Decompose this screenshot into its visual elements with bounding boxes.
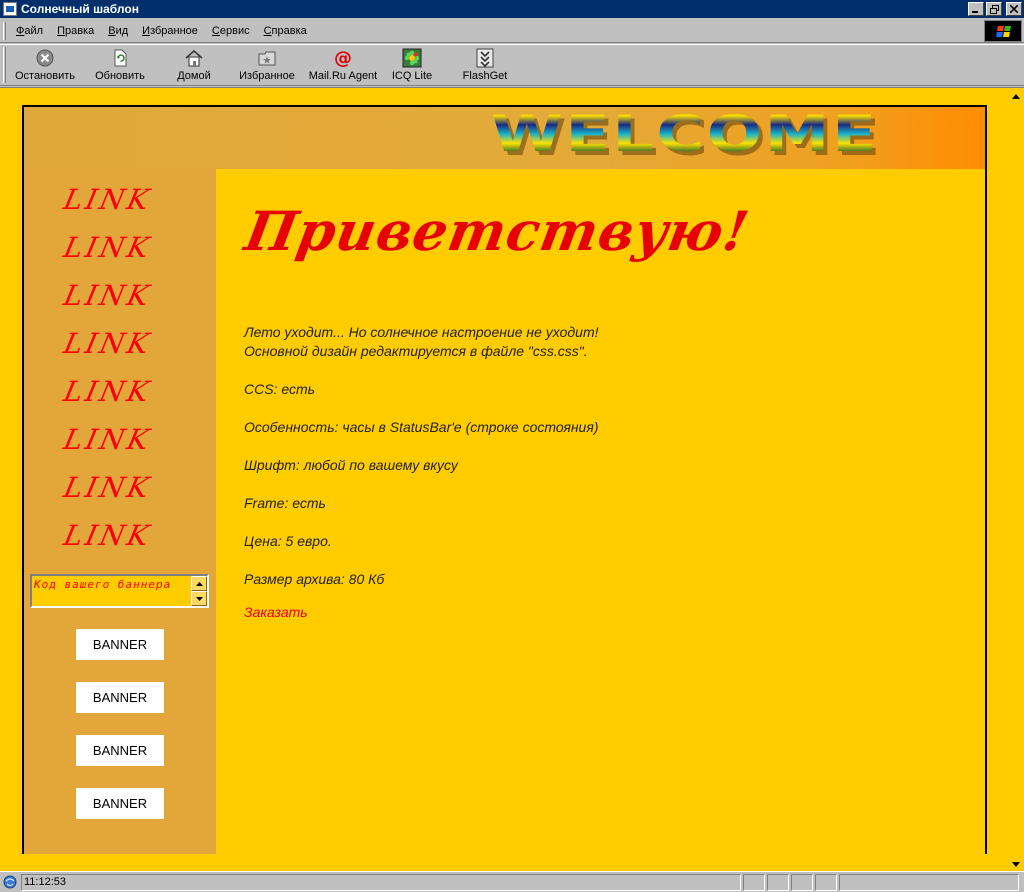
favorites-button[interactable]: Избранное (229, 45, 305, 85)
flashget-icon (475, 48, 495, 68)
banner-2[interactable]: BANNER (76, 682, 164, 713)
minimize-icon (972, 11, 978, 13)
page-loaded-icon (3, 875, 17, 889)
page-scroll-down-icon[interactable] (1008, 856, 1024, 872)
sidebar-link-3[interactable]: LINK (60, 279, 178, 315)
menu-help[interactable]: Справка (257, 25, 314, 37)
restore-icon (989, 4, 999, 14)
minimize-button[interactable] (968, 2, 984, 16)
menu-file[interactable]: Файл (9, 25, 50, 37)
stop-button[interactable]: Остановить (9, 45, 81, 85)
sidebar-link-2[interactable]: LINK (60, 231, 178, 267)
order-link[interactable]: Заказать (244, 604, 308, 620)
icq-lite-button[interactable]: ICQ Lite (381, 45, 443, 85)
feature-info: Особенность: часы в StatusBar'e (строке … (244, 419, 599, 435)
archive-size-info: Размер архива: 80 Кб (244, 571, 385, 587)
mailru-agent-icon: @ (333, 48, 353, 68)
sidebar-link-8[interactable]: LINK (60, 519, 178, 555)
page-scroll-up-icon[interactable] (1008, 88, 1024, 104)
flashget-button[interactable]: FlashGet (443, 45, 527, 85)
page-title: Приветствую! (240, 199, 755, 263)
toolbar-grip (3, 47, 6, 83)
home-button[interactable]: Домой (159, 45, 229, 85)
template-page: WELCOME WELCOME LINK LINK LINK LINK LINK… (22, 105, 987, 854)
frame-info: Frame: есть (244, 495, 326, 511)
sidebar-link-5[interactable]: LINK (60, 375, 178, 411)
sidebar-link-6[interactable]: LINK (60, 423, 178, 459)
scroll-up-icon[interactable] (191, 576, 207, 591)
banner-4[interactable]: BANNER (76, 788, 164, 819)
welcome-logo: WELCOME WELCOME (491, 111, 881, 163)
font-info: Шрифт: любой по вашему вкусу (244, 457, 458, 473)
banner-3[interactable]: BANNER (76, 735, 164, 766)
css-info: CCS: есть (244, 381, 315, 397)
sidebar-link-1[interactable]: LINK (60, 183, 178, 219)
menu-view[interactable]: Вид (101, 25, 135, 37)
scroll-down-icon[interactable] (191, 591, 207, 606)
refresh-button[interactable]: Обновить (81, 45, 159, 85)
status-cell-4 (815, 873, 837, 891)
intro-line-1: Лето уходит... Но солнечное настроение н… (244, 324, 599, 340)
close-button[interactable] (1006, 2, 1022, 16)
window-title: Солнечный шаблон (21, 2, 139, 16)
intro-line-2: Основной дизайн редактируется в файле "c… (244, 343, 588, 359)
status-cell-3 (791, 873, 813, 891)
page-scrollbar[interactable] (1008, 88, 1024, 872)
page-viewport[interactable]: WELCOME WELCOME LINK LINK LINK LINK LINK… (0, 87, 1024, 872)
main-content: Приветствую! Лето уходит... Но солнечное… (216, 169, 985, 854)
banner-1[interactable]: BANNER (76, 629, 164, 660)
restore-button[interactable] (986, 2, 1002, 16)
banner-code-textarea[interactable]: Код вашего баннера (30, 574, 209, 608)
status-text: 11:12:53 (21, 873, 741, 891)
price-info: Цена: 5 евро. (244, 533, 332, 549)
svg-text:@: @ (334, 48, 352, 68)
status-cell-1 (743, 873, 765, 891)
menu-favorites[interactable]: Избранное (135, 25, 205, 37)
stop-icon (35, 48, 55, 68)
menu-tools[interactable]: Сервис (205, 25, 257, 37)
banner-code-text: Код вашего баннера (34, 578, 172, 591)
home-icon (184, 48, 204, 68)
icq-icon (402, 48, 422, 68)
mailru-agent-button[interactable]: @ Mail.Ru Agent (305, 45, 381, 85)
refresh-icon (110, 48, 130, 68)
status-zone (839, 873, 1019, 891)
close-icon (1010, 5, 1018, 13)
menu-bar: Файл Правка Вид Избранное Сервис Справка (0, 19, 1024, 43)
sidebar-link-7[interactable]: LINK (60, 471, 178, 507)
favorites-icon (257, 48, 277, 68)
status-bar: 11:12:53 (0, 871, 1024, 892)
title-bar: Солнечный шаблон (0, 0, 1024, 18)
menu-grip (3, 21, 6, 40)
svg-text:WELCOME: WELCOME (491, 111, 879, 163)
menu-edit[interactable]: Правка (50, 25, 101, 37)
sidebar: LINK LINK LINK LINK LINK LINK LINK LINK … (24, 169, 216, 854)
windows-logo-icon (984, 20, 1022, 42)
page-header: WELCOME WELCOME (24, 107, 985, 169)
sidebar-link-4[interactable]: LINK (60, 327, 178, 363)
banner-code-scrollbar[interactable] (191, 576, 207, 606)
status-cell-2 (767, 873, 789, 891)
toolbar: Остановить Обновить Домой Избранное @ Ma… (0, 44, 1024, 86)
browser-app-icon (3, 2, 17, 16)
